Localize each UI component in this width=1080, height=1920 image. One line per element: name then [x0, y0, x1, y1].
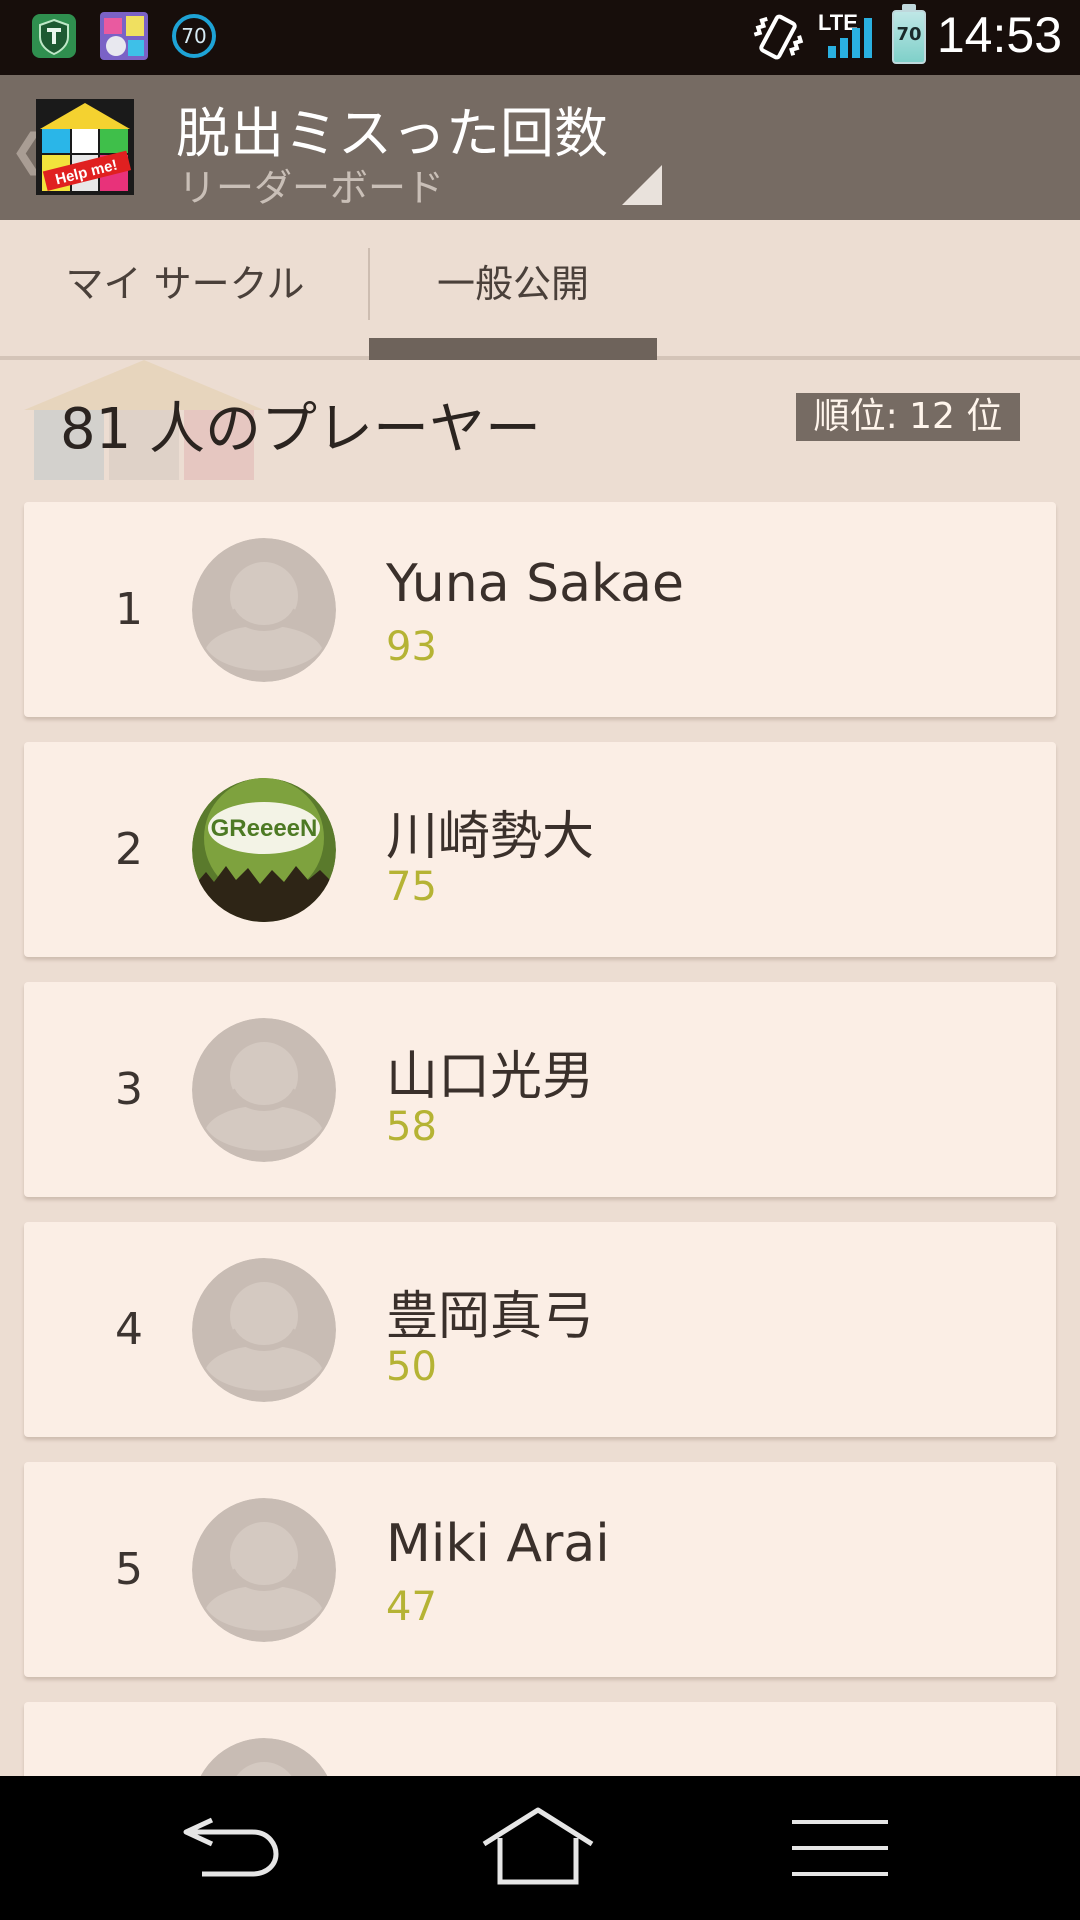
row-rank: 3 — [115, 1064, 143, 1115]
player-score: 50 — [386, 1344, 437, 1390]
player-name: Miki Arai — [386, 1514, 610, 1574]
player-score: 47 — [386, 1584, 437, 1630]
home-icon[interactable] — [478, 1802, 598, 1892]
battery-level: 70 — [896, 24, 922, 45]
tab-my-circle[interactable]: マイ サークル — [40, 220, 330, 360]
app-icon[interactable]: Help me! — [36, 99, 134, 195]
player-name: Yuna Sakae — [386, 554, 685, 614]
default-avatar-icon[interactable] — [192, 1498, 336, 1642]
shield-t-app-icon — [32, 14, 76, 58]
my-rank-badge: 順位: 12 位 — [796, 393, 1020, 441]
tab-selected-indicator — [369, 338, 657, 360]
default-avatar-icon[interactable] — [192, 1018, 336, 1162]
action-bar: ❮ Help me! 脱出ミスった回数 リーダーボード — [0, 75, 1080, 220]
menu-icon[interactable] — [784, 1802, 904, 1892]
game-app-icon — [100, 12, 148, 60]
leaderboard-row[interactable]: 3 山口光男 58 — [24, 982, 1056, 1197]
signal-icon — [828, 18, 872, 58]
player-score: 75 — [386, 864, 437, 910]
status-bar: 70 LTE 70 14:53 — [0, 0, 1080, 75]
player-score: 58 — [386, 1104, 437, 1150]
leaderboard-subtitle[interactable]: リーダーボード — [178, 157, 444, 212]
leaderboard-row[interactable]: 2 GReeeeN 川崎勢大 75 — [24, 742, 1056, 957]
player-name: 豊岡真弓 — [386, 1287, 595, 1347]
leaderboard-row[interactable]: 5 Miki Arai 47 — [24, 1462, 1056, 1677]
dropdown-triangle-icon[interactable] — [622, 165, 662, 205]
leaderboard-row[interactable]: 4 豊岡真弓 50 — [24, 1222, 1056, 1437]
back-icon[interactable] — [172, 1802, 292, 1892]
player-name: 川崎勢大 — [386, 807, 595, 867]
svg-text:GReeeeN: GReeeeN — [211, 815, 318, 842]
row-rank: 2 — [115, 824, 143, 875]
row-rank: 1 — [115, 584, 143, 635]
player-count: 81 人のプレーヤー — [60, 397, 542, 462]
leaderboard-row[interactable]: 1 Yuna Sakae 93 — [24, 502, 1056, 717]
row-rank: 4 — [115, 1304, 143, 1355]
player-score: 93 — [386, 624, 437, 670]
default-avatar-icon[interactable] — [192, 1258, 336, 1402]
default-avatar-icon[interactable] — [192, 538, 336, 682]
battery-icon: 70 — [892, 10, 926, 64]
row-rank: 5 — [115, 1544, 143, 1595]
tab-bar: マイ サークル 一般公開 — [0, 220, 1080, 360]
player-name: 山口光男 — [386, 1047, 595, 1107]
navigation-bar — [0, 1776, 1080, 1920]
greeeen-photo-avatar[interactable]: GReeeeN — [192, 778, 336, 922]
speed-70-icon: 70 — [172, 14, 216, 58]
clock: 14:53 — [936, 7, 1062, 63]
screen: 70 LTE 70 14:53 ❮ Help me! 脱出ミスった回数 リーダー… — [0, 0, 1080, 1920]
vibrate-icon — [753, 14, 804, 60]
